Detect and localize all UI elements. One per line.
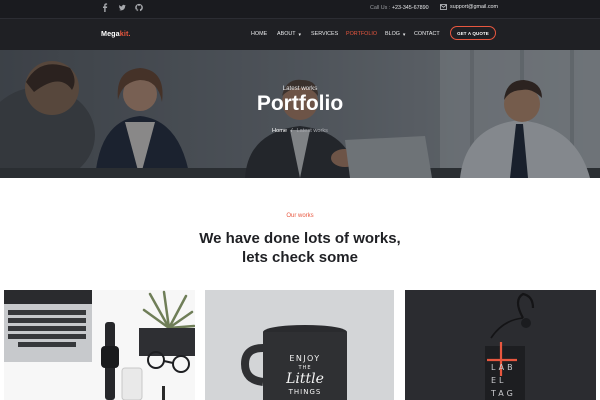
breadcrumb-separator: / xyxy=(290,128,293,134)
page-title: Portfolio xyxy=(256,92,344,115)
site-logo[interactable]: Megakit. xyxy=(101,29,131,38)
main-navbar: Megakit. HOME ABOUT ▼ SERVICES PORTFOLIO… xyxy=(0,19,600,50)
call-label: Call Us : xyxy=(370,5,391,11)
call-us: Call Us : +23-345-67890 xyxy=(370,5,429,11)
logo-text: Mega xyxy=(101,29,120,38)
section-eyebrow: Our works xyxy=(286,213,314,219)
label-tag-photo: LAB EL TAG xyxy=(405,290,596,400)
portfolio-card-label-tag[interactable]: LAB EL TAG xyxy=(405,290,596,400)
logo-accent: kit. xyxy=(119,29,131,38)
nav-label: HOME xyxy=(251,31,268,37)
breadcrumb: Home / Latest works xyxy=(0,128,600,134)
workspace-photo xyxy=(4,290,195,400)
section-heading-line-2: lets check some xyxy=(242,249,358,266)
social-links xyxy=(101,3,143,12)
nav-contact[interactable]: CONTACT xyxy=(414,31,440,37)
chevron-down-icon: ▼ xyxy=(297,31,302,37)
nav-portfolio[interactable]: PORTFOLIO xyxy=(346,31,377,37)
nav-label: CONTACT xyxy=(414,31,440,37)
nav-about[interactable]: ABOUT ▼ xyxy=(277,31,302,37)
portfolio-card-mug[interactable]: ENJOY THE Little THINGS xyxy=(205,290,394,400)
chevron-down-icon: ▼ xyxy=(401,31,407,37)
breadcrumb-current: Latest works xyxy=(296,128,328,134)
tag-word-2: EL xyxy=(491,376,507,385)
tag-word-1: LAB xyxy=(491,363,516,372)
nav-label: ABOUT xyxy=(277,31,296,37)
nav-label: PORTFOLIO xyxy=(346,31,378,37)
github-icon[interactable] xyxy=(135,3,143,12)
mug-word-3: Little xyxy=(285,371,324,387)
nav-home[interactable]: HOME xyxy=(251,31,267,37)
hero-banner: Latest works Portfolio Home / Latest wor… xyxy=(0,50,600,178)
phone-number[interactable]: +23-345-67890 xyxy=(392,5,429,11)
email-address: support@gmail.com xyxy=(450,4,499,10)
email-contact[interactable]: support@gmail.com xyxy=(440,4,498,10)
get-a-quote-button[interactable]: GET A QUOTE xyxy=(450,26,496,40)
mug-word-1: ENJOY xyxy=(289,354,320,363)
nav-label: BLOG xyxy=(385,31,400,37)
facebook-icon[interactable] xyxy=(101,3,109,12)
top-bar: Call Us : +23-345-67890 support@gmail.co… xyxy=(0,0,600,19)
tag-word-3: TAG xyxy=(490,389,516,398)
twitter-icon[interactable] xyxy=(118,3,126,12)
envelope-icon xyxy=(440,4,447,10)
section-heading: We have done lots of works, lets check s… xyxy=(0,229,600,267)
hero-kicker: Latest works xyxy=(282,85,318,92)
portfolio-card-workspace[interactable] xyxy=(4,290,195,400)
nav-label: SERVICES xyxy=(311,31,339,37)
mug-word-4: THINGS xyxy=(288,388,322,396)
mug-photo: ENJOY THE Little THINGS xyxy=(205,290,394,400)
section-heading-line-1: We have done lots of works, xyxy=(199,230,401,247)
breadcrumb-home[interactable]: Home xyxy=(272,128,287,134)
nav-services[interactable]: SERVICES xyxy=(311,31,338,37)
nav-blog[interactable]: BLOG ▼ xyxy=(385,31,406,37)
